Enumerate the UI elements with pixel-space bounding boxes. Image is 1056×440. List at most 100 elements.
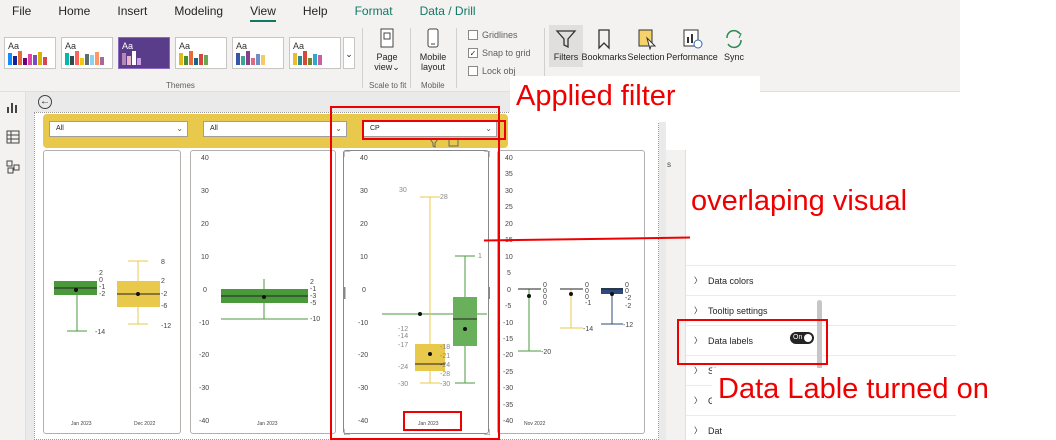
x-axis-label: Nov 2022: [524, 421, 546, 427]
annotation-box-xlabel: [403, 411, 462, 431]
data-label: -12: [623, 322, 633, 329]
svg-text:40: 40: [505, 155, 513, 162]
theme-tile[interactable]: Aa: [4, 37, 56, 69]
tab-format[interactable]: Format: [355, 2, 393, 20]
tab-home[interactable]: Home: [58, 2, 90, 20]
tab-modeling[interactable]: Modeling: [174, 2, 223, 20]
data-label: -20: [541, 349, 551, 356]
performance-button[interactable]: Performance: [665, 28, 719, 62]
slicer-dropdown-2[interactable]: All ⌄: [203, 121, 347, 137]
mobile-layout-button[interactable]: Mobile layout: [414, 28, 452, 72]
tab-insert[interactable]: Insert: [117, 2, 147, 20]
bookmarks-button[interactable]: Bookmarks: [581, 28, 627, 62]
data-label: -12: [161, 323, 171, 330]
tab-file[interactable]: File: [12, 2, 31, 20]
format-section-partial-3[interactable]: 〉 Dat: [686, 415, 956, 440]
tab-help[interactable]: Help: [303, 2, 328, 20]
mean-dot: [610, 292, 614, 296]
svg-text:-35: -35: [503, 402, 513, 409]
theme-tile[interactable]: Aa: [61, 37, 113, 69]
ribbon-divider: [410, 28, 411, 88]
selection-button[interactable]: Selection: [627, 28, 665, 62]
ribbon: Aa Aa Aa Aa Aa Aa ⌄ Themes Page view⌄ Sc…: [0, 22, 960, 92]
x-axis-label: Jan 2023: [257, 421, 278, 427]
mobile-layout-label: Mobile layout: [419, 52, 447, 72]
svg-text:-30: -30: [199, 385, 209, 392]
report-view-icon[interactable]: [6, 100, 20, 114]
data-label: -2: [625, 303, 631, 310]
svg-text:-40: -40: [199, 418, 209, 425]
back-arrow-icon[interactable]: ←: [38, 95, 52, 109]
lock-objects-label: Lock obj: [482, 66, 516, 76]
mean-dot: [262, 295, 266, 299]
gridlines-checkbox[interactable]: Gridlines: [468, 30, 518, 40]
svg-text:0: 0: [507, 287, 511, 294]
format-section-label: Data colors: [708, 275, 754, 286]
svg-text:30: 30: [201, 188, 209, 195]
themes-group-label: Themes: [166, 81, 195, 90]
snap-to-grid-label: Snap to grid: [482, 48, 531, 58]
tab-data-drill[interactable]: Data / Drill: [420, 2, 476, 20]
slicer-value: All: [56, 125, 64, 132]
annotation-box-data-labels: [677, 319, 828, 365]
filters-button[interactable]: Filters: [549, 28, 583, 62]
format-section-data-colors[interactable]: 〉 Data colors: [686, 265, 956, 295]
data-label: -1: [585, 300, 591, 307]
data-label: 0: [99, 277, 103, 284]
page-view-button[interactable]: Page view⌄: [370, 28, 404, 73]
svg-text:25: 25: [505, 204, 513, 211]
data-label: -3: [310, 293, 316, 300]
data-label: -6: [161, 303, 167, 310]
format-section-label: Tooltip settings: [708, 305, 768, 316]
annotation-applied-filter: Applied filter: [516, 80, 676, 112]
svg-text:10: 10: [505, 254, 513, 261]
data-view-icon[interactable]: [6, 130, 20, 144]
boxplot-chart-2: 40 30 20 10 0 -10 -20 -30 -40 2 -1 -3 -5…: [199, 155, 320, 427]
gridlines-label: Gridlines: [482, 30, 518, 40]
tab-view[interactable]: View: [250, 2, 276, 22]
boxplot-visual-4[interactable]: 40 35 30 25 20 15 10 5 0 -5 -10 -15 -20 …: [497, 150, 645, 434]
selection-pane-icon: [638, 29, 657, 50]
theme-tile[interactable]: Aa: [118, 37, 170, 69]
themes-gallery: Aa Aa Aa Aa Aa Aa: [4, 37, 346, 69]
mean-dot: [74, 288, 78, 292]
mobile-phone-icon: [427, 28, 439, 48]
themes-more-button[interactable]: ⌄: [343, 37, 355, 69]
data-label: 8: [161, 259, 165, 266]
mobile-group-label: Mobile: [421, 81, 445, 90]
svg-text:-30: -30: [503, 385, 513, 392]
theme-tile[interactable]: Aa: [289, 37, 341, 69]
data-label: 2: [310, 279, 314, 286]
annotation-data-labels-on: Data Lable turned on: [718, 373, 989, 405]
data-label: 0: [625, 288, 629, 295]
svg-text:10: 10: [201, 254, 209, 261]
svg-text:0: 0: [203, 287, 207, 294]
x-axis-label: Jan 2023: [71, 421, 92, 427]
theme-tile[interactable]: Aa: [232, 37, 284, 69]
lock-objects-checkbox[interactable]: Lock obj: [468, 66, 516, 76]
boxplot-visual-1[interactable]: 2 0 -1 -2 -14 8 2 -2 -6 -12 Jan 2023 Dec…: [43, 150, 181, 434]
sync-icon: [726, 29, 742, 49]
data-label: -14: [95, 329, 105, 336]
theme-aa: Aa: [65, 41, 77, 51]
svg-text:40: 40: [201, 155, 209, 162]
theme-aa: Aa: [236, 41, 248, 51]
data-label: -14: [583, 326, 593, 333]
svg-text:-20: -20: [503, 352, 513, 359]
funnel-icon: [555, 30, 577, 49]
format-section-label: Dat: [708, 425, 723, 436]
theme-tile[interactable]: Aa: [175, 37, 227, 69]
boxplot-chart-4: 40 35 30 25 20 15 10 5 0 -5 -10 -15 -20 …: [503, 155, 633, 427]
checkbox-checked-box: ✓: [468, 48, 478, 58]
chevron-right-icon: 〉: [694, 276, 702, 285]
mean-dot: [527, 294, 531, 298]
sync-slicers-button[interactable]: Sync: [719, 28, 749, 62]
boxplot-visual-2[interactable]: 40 30 20 10 0 -10 -20 -30 -40 2 -1 -3 -5…: [190, 150, 336, 434]
data-label: 0: [543, 300, 547, 307]
slicer-dropdown-1[interactable]: All ⌄: [49, 121, 188, 137]
model-view-icon[interactable]: [6, 160, 20, 174]
snap-to-grid-checkbox[interactable]: ✓ Snap to grid: [468, 48, 531, 58]
page-view-icon: [380, 28, 394, 48]
scale-to-fit-label: Scale to fit: [369, 81, 407, 90]
svg-text:-25: -25: [503, 369, 513, 376]
